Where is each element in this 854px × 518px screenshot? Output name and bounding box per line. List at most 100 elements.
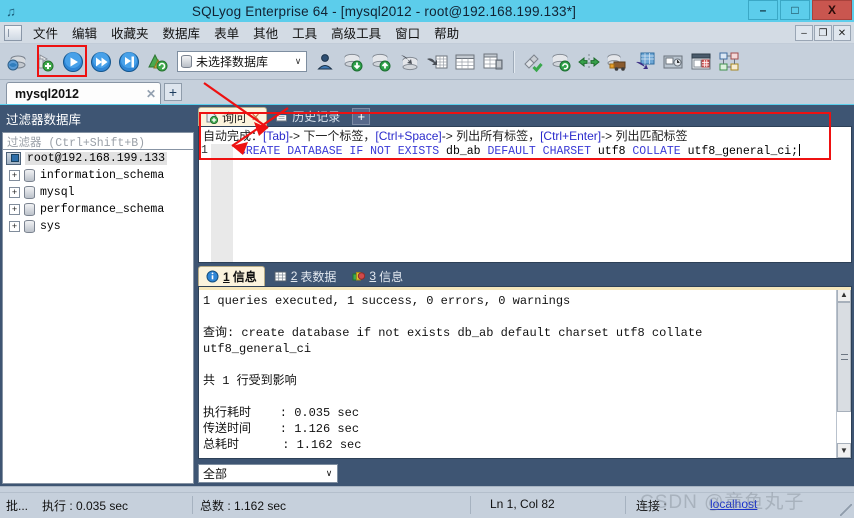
database-tree[interactable]: root@192.168.199.133 + information_schem…	[2, 149, 194, 484]
tab-query[interactable]: 询问 ✕	[198, 107, 268, 126]
tree-node-performance_schema[interactable]: + performance_schema	[3, 201, 193, 218]
notification-services-icon[interactable]	[688, 47, 714, 77]
results-vertical-scrollbar[interactable]: ▲ ▼	[836, 287, 851, 458]
results-filter-value: 全部	[203, 467, 228, 481]
tab-messages-1[interactable]: 1 信息	[198, 266, 265, 286]
status-separator	[625, 496, 626, 514]
copy-database-icon[interactable]	[520, 47, 546, 77]
tab-number: 2	[290, 269, 298, 283]
import-external-data-icon[interactable]	[396, 47, 422, 77]
database-icon	[24, 220, 35, 233]
add-connection-button[interactable]: +	[164, 83, 182, 101]
menu-help[interactable]: 帮助	[427, 21, 466, 44]
chevron-down-icon: ∨	[325, 468, 333, 478]
line-number-gutter: 1	[201, 144, 208, 157]
sql-token-5: utf8_general_ci;	[687, 145, 799, 158]
expander-icon[interactable]: +	[9, 170, 20, 181]
close-button[interactable]: X	[812, 0, 852, 20]
menu-window[interactable]: 窗口	[388, 21, 427, 44]
resize-grip-icon[interactable]	[840, 504, 852, 516]
info-tab-icon	[206, 270, 219, 283]
schema-designer-icon[interactable]	[716, 47, 742, 77]
connection-tab-label: mysql2012	[15, 86, 79, 101]
sql-token-3: utf8	[597, 145, 626, 158]
minimize-button[interactable]: –	[748, 0, 778, 20]
schema-sync-icon[interactable]	[576, 47, 602, 77]
menu-table[interactable]: 表单	[207, 21, 246, 44]
sync-database-icon[interactable]	[548, 47, 574, 77]
scroll-track[interactable]	[837, 302, 851, 443]
connection-tab-mysql2012[interactable]: mysql2012 ✕	[6, 82, 161, 104]
database-selector[interactable]: 未选择数据库 ∨	[177, 51, 307, 72]
menu-tools[interactable]: 工具	[285, 21, 324, 44]
sql-editor[interactable]: 自动完成： [Tab] -> 下一个标签， [Ctrl+Space] -> 列出…	[198, 126, 852, 263]
hint-text-3: -> 列出匹配标签	[601, 129, 688, 143]
scheduled-backup-icon[interactable]	[660, 47, 686, 77]
status-separator	[470, 496, 471, 514]
tab-history-label: 历史记录	[292, 110, 341, 124]
scroll-down-button[interactable]: ▼	[837, 443, 851, 458]
refresh-object-browser-icon[interactable]	[32, 47, 58, 77]
autocomplete-hint: 自动完成： [Tab] -> 下一个标签， [Ctrl+Space] -> 列出…	[199, 127, 851, 144]
status-connection-value[interactable]: localhost	[710, 497, 757, 511]
tab-label: 信息	[379, 269, 404, 284]
hint-text-1: -> 下一个标签，	[289, 129, 376, 143]
backup-database-icon[interactable]	[340, 47, 366, 77]
migrate-data-icon[interactable]	[632, 47, 658, 77]
scroll-thumb[interactable]	[837, 302, 851, 412]
results-filter-select[interactable]: 全部 ∨	[198, 464, 338, 483]
grid-tab-icon	[274, 270, 287, 283]
close-icon[interactable]: ✕	[146, 87, 156, 101]
database-icon	[24, 203, 35, 216]
maximize-button[interactable]: □	[780, 0, 810, 20]
menu-edit[interactable]: 编辑	[65, 21, 104, 47]
table-data-icon[interactable]	[452, 47, 478, 77]
hint-key-ctrl-space: [Ctrl+Space]	[375, 128, 442, 143]
hint-prefix: 自动完成：	[203, 129, 264, 143]
mdi-minimize-button[interactable]: –	[795, 25, 813, 41]
close-icon[interactable]: ✕	[251, 111, 260, 124]
menu-database[interactable]: 数据库	[156, 21, 208, 44]
tree-item-label: information_schema	[40, 169, 165, 182]
sqlyog-window: ♫ SQLyog Enterprise 64 - [mysql2012 - ro…	[0, 0, 854, 518]
editor-tab-strip: 询问 ✕ 历史记录 +	[198, 106, 371, 126]
tab-messages-3[interactable]: 3 信息	[345, 266, 410, 286]
sql-token-0: CREATE DATABASE IF NOT EXISTS	[239, 145, 447, 158]
execute-current-query-icon[interactable]	[116, 47, 142, 77]
tab-history[interactable]: 历史记录	[269, 107, 347, 126]
status-total-time: 总数 : 1.162 sec	[200, 499, 287, 513]
execute-query-icon[interactable]	[60, 47, 86, 77]
expander-icon[interactable]: +	[9, 187, 20, 198]
execute-all-queries-icon[interactable]	[88, 47, 114, 77]
results-tab-strip: 1 信息 2 表数据 3 信息	[198, 266, 412, 286]
tree-node-mysql[interactable]: + mysql	[3, 184, 193, 201]
editor-body[interactable]: 1 CREATE DATABASE IF NOT EXISTS db_ab DE…	[199, 144, 851, 262]
sql-code-line[interactable]: CREATE DATABASE IF NOT EXISTS db_ab DEFA…	[233, 144, 851, 262]
mdi-close-button[interactable]: ✕	[833, 25, 851, 41]
restore-database-icon[interactable]	[368, 47, 394, 77]
stop-query-icon[interactable]	[144, 47, 170, 77]
results-panel: 1 信息 2 表数据 3 信息 1 queries executed, 1 su…	[196, 265, 854, 486]
tree-root-label: root@192.168.199.133	[25, 152, 168, 165]
status-separator	[192, 496, 193, 514]
data-sync-icon[interactable]	[604, 47, 630, 77]
tree-node-sys[interactable]: + sys	[3, 218, 193, 235]
mdi-restore-button[interactable]: ❐	[814, 25, 832, 41]
add-editor-tab-button[interactable]: +	[352, 107, 371, 125]
tree-node-information_schema[interactable]: + information_schema	[3, 167, 193, 184]
user-manager-icon[interactable]	[312, 47, 338, 77]
expander-icon[interactable]: +	[9, 221, 20, 232]
expander-icon[interactable]: +	[9, 204, 20, 215]
menu-others[interactable]: 其他	[246, 21, 285, 44]
export-data-icon[interactable]	[424, 47, 450, 77]
new-connection-icon[interactable]	[4, 47, 30, 77]
hint-key-ctrl-enter: [Ctrl+Enter]	[540, 128, 602, 143]
menu-bar: 文件 编辑 收藏夹 数据库 表单 其他 工具 高级工具 窗口 帮助 – ❐ ✕	[0, 21, 854, 47]
table-diagnostics-icon[interactable]	[480, 47, 506, 77]
tab-table-data-2[interactable]: 2 表数据	[267, 266, 344, 286]
menu-favorites[interactable]: 收藏夹	[104, 21, 156, 44]
tree-node-root[interactable]: root@192.168.199.133	[3, 150, 193, 167]
menu-advanced-tools[interactable]: 高级工具	[324, 21, 388, 44]
sqlyog-icon: ♫	[6, 3, 16, 19]
menu-file[interactable]: 文件	[26, 21, 65, 44]
